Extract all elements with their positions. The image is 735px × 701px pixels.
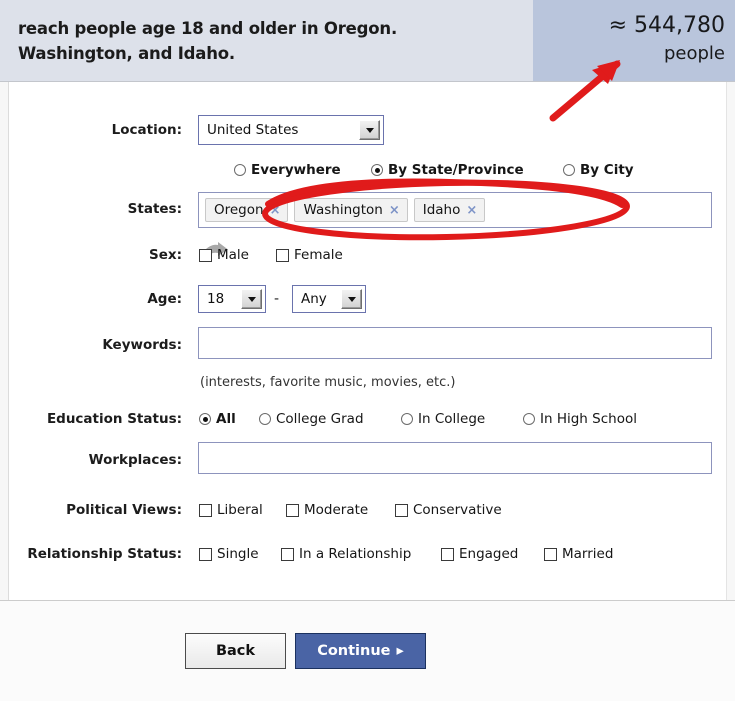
state-token-label: Washington bbox=[303, 202, 383, 218]
radio-everywhere-icon[interactable] bbox=[234, 164, 246, 176]
continue-button-label: Continue bbox=[317, 643, 391, 659]
sex-checkbox-male[interactable]: Male bbox=[199, 247, 249, 263]
chevron-down-icon[interactable] bbox=[241, 289, 262, 309]
relationship-in-a-relationship-label: In a Relationship bbox=[299, 546, 412, 562]
ad-targeting-page: ≈ 544,780 people reach people age 18 and… bbox=[0, 0, 735, 701]
radio-by-state-icon[interactable] bbox=[371, 164, 383, 176]
checkbox-female-icon[interactable] bbox=[276, 248, 289, 262]
chevron-down-icon[interactable] bbox=[341, 289, 362, 309]
scope-radio-by-state[interactable]: By State/Province bbox=[371, 162, 524, 178]
relationship-checkbox-single[interactable]: Single bbox=[199, 546, 259, 562]
relationship-married-label: Married bbox=[562, 546, 614, 562]
education-in-college-label: In College bbox=[418, 411, 486, 427]
political-checkbox-moderate[interactable]: Moderate bbox=[286, 502, 368, 518]
education-radio-college-grad[interactable]: College Grad bbox=[259, 411, 364, 427]
checkbox-married-icon[interactable] bbox=[544, 547, 557, 561]
state-token-label: Oregon bbox=[214, 202, 264, 218]
scope-by-state-label: By State/Province bbox=[388, 162, 524, 178]
relationship-checkbox-married[interactable]: Married bbox=[544, 546, 613, 562]
back-button-label: Back bbox=[215, 643, 256, 659]
headline-line-1: reach people age 18 and older in Oregon. bbox=[18, 19, 398, 38]
age-max-value: Any bbox=[301, 291, 327, 307]
relationship-status-label: Relationship Status: bbox=[27, 546, 182, 562]
education-all-label: All bbox=[216, 411, 236, 427]
sex-label: Sex: bbox=[149, 247, 182, 263]
estimated-reach-count: ≈ 544,780 bbox=[608, 13, 725, 38]
relationship-checkbox-engaged[interactable]: Engaged bbox=[441, 546, 518, 562]
continue-button[interactable]: Continue ▸ bbox=[295, 633, 426, 669]
sex-male-label: Male bbox=[217, 247, 249, 263]
scope-radio-everywhere[interactable]: Everywhere bbox=[234, 162, 341, 178]
political-liberal-label: Liberal bbox=[217, 502, 263, 518]
sex-checkbox-female[interactable]: Female bbox=[276, 247, 343, 263]
remove-state-icon[interactable]: × bbox=[389, 203, 400, 218]
age-min-value: 18 bbox=[207, 291, 225, 307]
checkbox-engaged-icon[interactable] bbox=[441, 547, 454, 561]
relationship-checkbox-in-a-relationship[interactable]: In a Relationship bbox=[281, 546, 411, 562]
radio-by-city-icon[interactable] bbox=[563, 164, 575, 176]
remove-state-icon[interactable]: × bbox=[466, 203, 477, 218]
headline-text: reach people age 18 and older in Oregon.… bbox=[18, 16, 518, 66]
estimated-reach-unit-label: people bbox=[663, 43, 725, 64]
education-college-grad-label: College Grad bbox=[276, 411, 364, 427]
country-select[interactable]: United States bbox=[198, 115, 384, 145]
checkbox-single-icon[interactable] bbox=[199, 547, 212, 561]
checkbox-moderate-icon[interactable] bbox=[286, 503, 299, 517]
chevron-down-icon[interactable] bbox=[359, 120, 380, 140]
education-radio-all[interactable]: All bbox=[199, 411, 236, 427]
political-conservative-label: Conservative bbox=[413, 502, 502, 518]
political-moderate-label: Moderate bbox=[304, 502, 369, 518]
radio-all-icon[interactable] bbox=[199, 413, 211, 425]
relationship-single-label: Single bbox=[217, 546, 259, 562]
states-label: States: bbox=[127, 201, 182, 217]
country-select-value: United States bbox=[207, 122, 299, 138]
checkbox-in-a-relationship-icon[interactable] bbox=[281, 547, 294, 561]
state-token[interactable]: Oregon × bbox=[205, 198, 289, 222]
state-token-label: Idaho bbox=[422, 202, 461, 218]
state-token[interactable]: Washington × bbox=[294, 198, 408, 222]
scope-everywhere-label: Everywhere bbox=[251, 162, 341, 178]
workplaces-input[interactable] bbox=[198, 442, 712, 474]
state-token[interactable]: Idaho × bbox=[413, 198, 486, 222]
age-max-select[interactable]: Any bbox=[292, 285, 366, 313]
checkbox-male-icon[interactable] bbox=[199, 248, 212, 262]
education-radio-in-high-school[interactable]: In High School bbox=[523, 411, 637, 427]
estimated-reach-header: ≈ 544,780 people reach people age 18 and… bbox=[0, 0, 735, 82]
scope-by-city-label: By City bbox=[580, 162, 634, 178]
age-label: Age: bbox=[147, 291, 182, 307]
education-radio-in-college[interactable]: In College bbox=[401, 411, 485, 427]
header-right-panel: ≈ 544,780 people bbox=[533, 0, 735, 81]
checkbox-liberal-icon[interactable] bbox=[199, 503, 212, 517]
checkbox-conservative-icon[interactable] bbox=[395, 503, 408, 517]
sex-female-label: Female bbox=[294, 247, 343, 263]
continue-arrow-icon: ▸ bbox=[396, 643, 404, 659]
political-checkbox-conservative[interactable]: Conservative bbox=[395, 502, 502, 518]
keywords-label: Keywords: bbox=[102, 337, 182, 353]
keywords-input[interactable] bbox=[198, 327, 712, 359]
political-views-label: Political Views: bbox=[66, 502, 182, 518]
states-token-field[interactable]: Oregon × Washington × Idaho × bbox=[198, 192, 712, 228]
workplaces-label: Workplaces: bbox=[88, 452, 182, 468]
remove-state-icon[interactable]: × bbox=[270, 203, 281, 218]
keywords-hint-text: (interests, favorite music, movies, etc.… bbox=[200, 375, 456, 390]
radio-in-high-school-icon[interactable] bbox=[523, 413, 535, 425]
headline-line-2: Washington, and Idaho. bbox=[18, 44, 235, 63]
relationship-engaged-label: Engaged bbox=[459, 546, 519, 562]
age-min-select[interactable]: 18 bbox=[198, 285, 266, 313]
age-range-separator: - bbox=[274, 291, 280, 307]
radio-in-college-icon[interactable] bbox=[401, 413, 413, 425]
political-checkbox-liberal[interactable]: Liberal bbox=[199, 502, 263, 518]
location-label: Location: bbox=[111, 122, 182, 138]
education-in-high-school-label: In High School bbox=[540, 411, 637, 427]
scope-radio-by-city[interactable]: By City bbox=[563, 162, 634, 178]
education-status-label: Education Status: bbox=[46, 411, 182, 427]
radio-college-grad-icon[interactable] bbox=[259, 413, 271, 425]
targeting-form: Location: United States Everywhere By St… bbox=[0, 82, 735, 600]
back-button[interactable]: Back bbox=[185, 633, 286, 669]
